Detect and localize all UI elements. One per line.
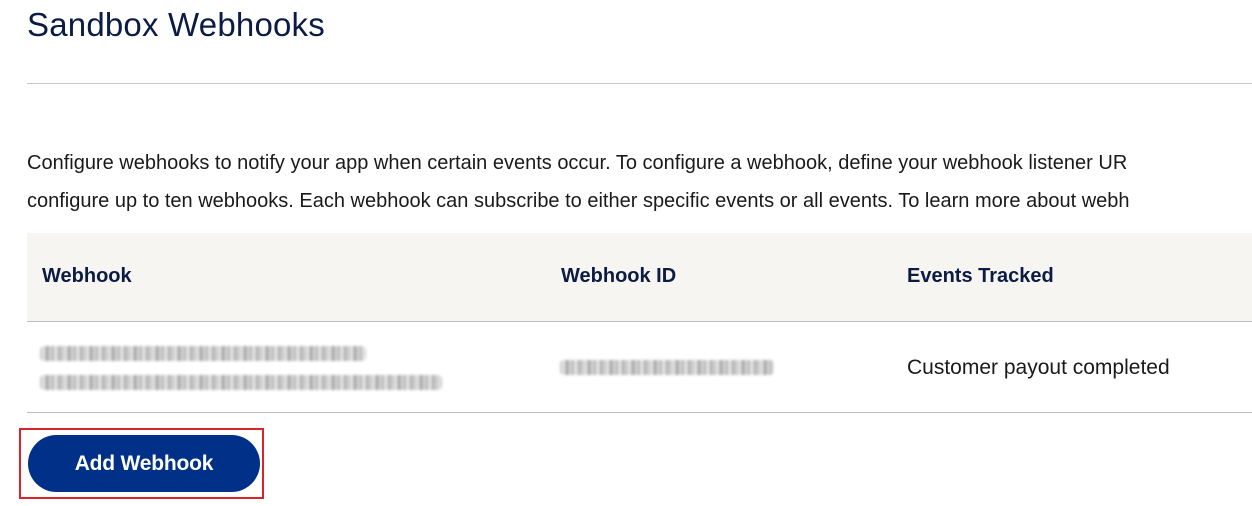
description-line-2: configure up to ten webhooks. Each webho… (27, 190, 1130, 212)
column-header-events-tracked: Events Tracked (907, 265, 1054, 287)
webhook-id-redacted (560, 360, 774, 375)
description-line-1: Configure webhooks to notify your app wh… (27, 152, 1128, 174)
column-header-webhook-id: Webhook ID (561, 265, 677, 287)
page-description: Configure webhooks to notify your app wh… (27, 144, 1252, 220)
table-row[interactable]: Customer payout completed (27, 322, 1252, 413)
webhook-url-redacted-line-2[interactable] (40, 375, 442, 390)
webhooks-table: Webhook Webhook ID Events Tracked Custom… (27, 233, 1252, 413)
table-header: Webhook Webhook ID Events Tracked (27, 233, 1252, 322)
column-header-webhook: Webhook (42, 265, 132, 287)
page-title: Sandbox Webhooks (27, 6, 325, 43)
webhook-url-redacted[interactable] (40, 346, 366, 361)
add-webhook-button[interactable]: Add Webhook (28, 435, 260, 492)
events-tracked-cell: Customer payout completed (907, 356, 1170, 379)
title-divider (27, 83, 1252, 84)
sandbox-webhooks-page: Sandbox Webhooks Configure webhooks to n… (0, 0, 1252, 506)
